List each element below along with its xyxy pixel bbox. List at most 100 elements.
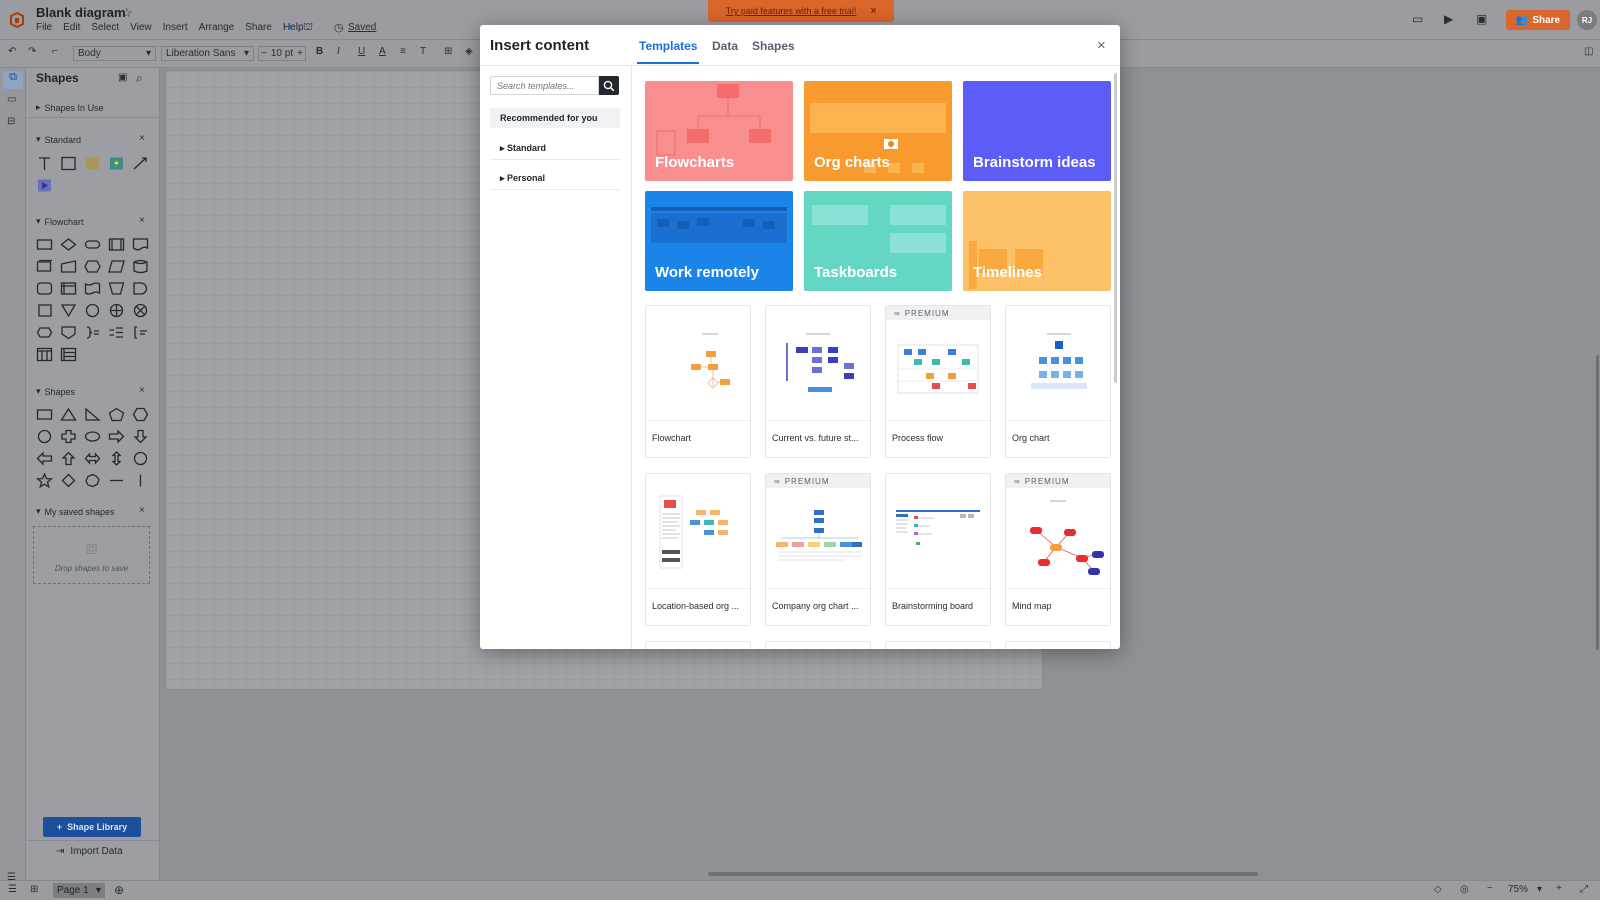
text-options-icon[interactable]: T [420, 46, 426, 57]
add-page-icon[interactable]: ⊕ [114, 883, 124, 897]
hexagon-shape[interactable] [128, 403, 152, 425]
zoom-out-icon[interactable]: − [1487, 883, 1493, 894]
arrow-down-shape[interactable] [128, 425, 152, 447]
paper-tape-shape[interactable] [80, 277, 104, 299]
search-templates-input[interactable] [490, 76, 599, 95]
section-shapes[interactable]: ▾ Shapes [36, 386, 75, 397]
double-arrow-shape[interactable] [80, 447, 104, 469]
tile-org-charts[interactable]: Org charts [804, 81, 952, 181]
chevron-down-icon[interactable]: ▾ [1537, 884, 1542, 895]
manual-operation-shape[interactable] [104, 277, 128, 299]
template-card-partial[interactable] [765, 641, 871, 649]
summing-junction-shape[interactable] [128, 299, 152, 321]
swimlane-shape[interactable] [32, 343, 56, 365]
preparation-shape[interactable] [80, 255, 104, 277]
note-shape[interactable] [80, 152, 104, 174]
template-card-process-flow[interactable]: ∞ PREMIUM Process flow [885, 305, 991, 458]
stored-data-shape[interactable] [32, 277, 56, 299]
star-icon[interactable]: ☆ [121, 5, 133, 21]
category-personal[interactable]: ▸ Personal [490, 168, 620, 190]
database-shape[interactable] [128, 255, 152, 277]
plus-icon[interactable]: + [297, 48, 303, 59]
tile-taskboards[interactable]: Taskboards [804, 191, 952, 291]
tile-flowcharts[interactable]: Flowcharts [645, 81, 793, 181]
process-shape[interactable] [32, 233, 56, 255]
document-shape[interactable] [128, 233, 152, 255]
table-icon[interactable]: ⊞ [444, 46, 452, 57]
shape-library-button[interactable]: + Shape Library [43, 817, 141, 837]
menu-file[interactable]: File [36, 22, 52, 33]
import-data-button[interactable]: ⇥ Import Data [56, 846, 123, 857]
doc-title[interactable]: Blank diagram [36, 5, 126, 20]
line-shape[interactable] [128, 152, 152, 174]
decision-shape[interactable] [56, 233, 80, 255]
arrow-left-shape[interactable] [32, 447, 56, 469]
data-shape[interactable] [104, 255, 128, 277]
font-size-stepper[interactable]: −10 pt + [258, 46, 306, 61]
gift-icon[interactable]: ⛫ [303, 21, 313, 35]
close-icon[interactable]: × [139, 133, 145, 144]
pages-icon[interactable]: ▭ [7, 94, 16, 105]
close-icon[interactable]: × [1097, 37, 1106, 54]
section-flowchart[interactable]: ▾ Flowchart [36, 216, 84, 227]
vertical-line-shape[interactable] [128, 469, 152, 491]
badge-shape[interactable] [80, 469, 104, 491]
connector-shape[interactable] [80, 299, 104, 321]
right-triangle-shape[interactable] [80, 403, 104, 425]
accessibility-icon[interactable]: ◎ [1460, 884, 1469, 895]
list-view-icon[interactable]: ☰ [8, 884, 17, 895]
diamond-shape[interactable] [56, 469, 80, 491]
menu-select[interactable]: Select [91, 22, 119, 33]
template-card-mind-map[interactable]: ∞ PREMIUM Mind map [1005, 473, 1111, 626]
font-color-button[interactable]: A [379, 46, 386, 57]
off-page-reference-shape[interactable] [56, 321, 80, 343]
predefined-process-shape[interactable] [104, 233, 128, 255]
play-shape[interactable] [32, 174, 56, 196]
avatar[interactable]: RJ [1577, 10, 1597, 30]
menu-view[interactable]: View [130, 22, 152, 33]
template-card-company-org-chart[interactable]: ∞ PREMIUM Company org chart ... [765, 473, 871, 626]
saved-shapes-dropzone[interactable]: ⧈ Drop shapes to save [33, 526, 150, 584]
template-card-partial[interactable] [1005, 641, 1111, 649]
star-shape[interactable] [32, 469, 56, 491]
italic-button[interactable]: I [337, 46, 340, 57]
section-standard[interactable]: ▾ Standard [36, 134, 81, 145]
vertical-double-arrow-shape[interactable] [104, 447, 128, 469]
rectangle-shape[interactable] [32, 403, 56, 425]
menu-edit[interactable]: Edit [63, 22, 80, 33]
internal-storage-shape[interactable] [56, 277, 80, 299]
page-tab[interactable]: Page 1 ▾ [53, 883, 105, 898]
template-card-current-vs-future[interactable]: Current vs. future st... [765, 305, 871, 458]
category-standard[interactable]: ▸ Standard [490, 138, 620, 160]
style-select[interactable]: Body ▾ [73, 46, 156, 61]
action-shape[interactable] [104, 152, 128, 174]
template-card-partial[interactable] [645, 641, 751, 649]
video-icon[interactable]: ▣ [1476, 12, 1487, 26]
horizontal-swimlane-shape[interactable] [56, 343, 80, 365]
font-select[interactable]: Liberation Sans ▾ [161, 46, 254, 61]
search-icon[interactable]: ⌕ [136, 71, 143, 86]
fill-icon[interactable]: ◈ [465, 46, 473, 57]
shapes-panel-icon[interactable]: ⧉ [3, 71, 23, 89]
close-icon[interactable]: × [139, 385, 145, 396]
triangle-shape[interactable] [56, 403, 80, 425]
share-button[interactable]: 👥 Share [1506, 10, 1570, 30]
category-recommended[interactable]: Recommended for you [490, 108, 620, 128]
undo-icon[interactable]: ↶ [8, 46, 16, 57]
tab-data[interactable]: Data [712, 39, 738, 53]
template-card-partial[interactable] [885, 641, 991, 649]
saved-status[interactable]: Saved [348, 22, 376, 33]
panel-toggle-icon[interactable]: ◫ [1584, 46, 1593, 57]
template-card-location-based-org[interactable]: Location-based org ... [645, 473, 751, 626]
template-card-org-chart[interactable]: Org chart [1005, 305, 1111, 458]
tile-work-remotely[interactable]: Work remotely [645, 191, 793, 291]
tile-timelines[interactable]: Timelines [963, 191, 1111, 291]
terminator-shape[interactable] [80, 233, 104, 255]
close-icon[interactable]: × [139, 215, 145, 226]
app-logo-icon[interactable] [10, 11, 24, 29]
zoom-level[interactable]: 75% [1508, 884, 1528, 895]
rectangle-shape[interactable] [56, 152, 80, 174]
close-icon[interactable]: × [139, 505, 145, 516]
pentagon-shape[interactable] [104, 403, 128, 425]
circle-shape[interactable] [32, 425, 56, 447]
